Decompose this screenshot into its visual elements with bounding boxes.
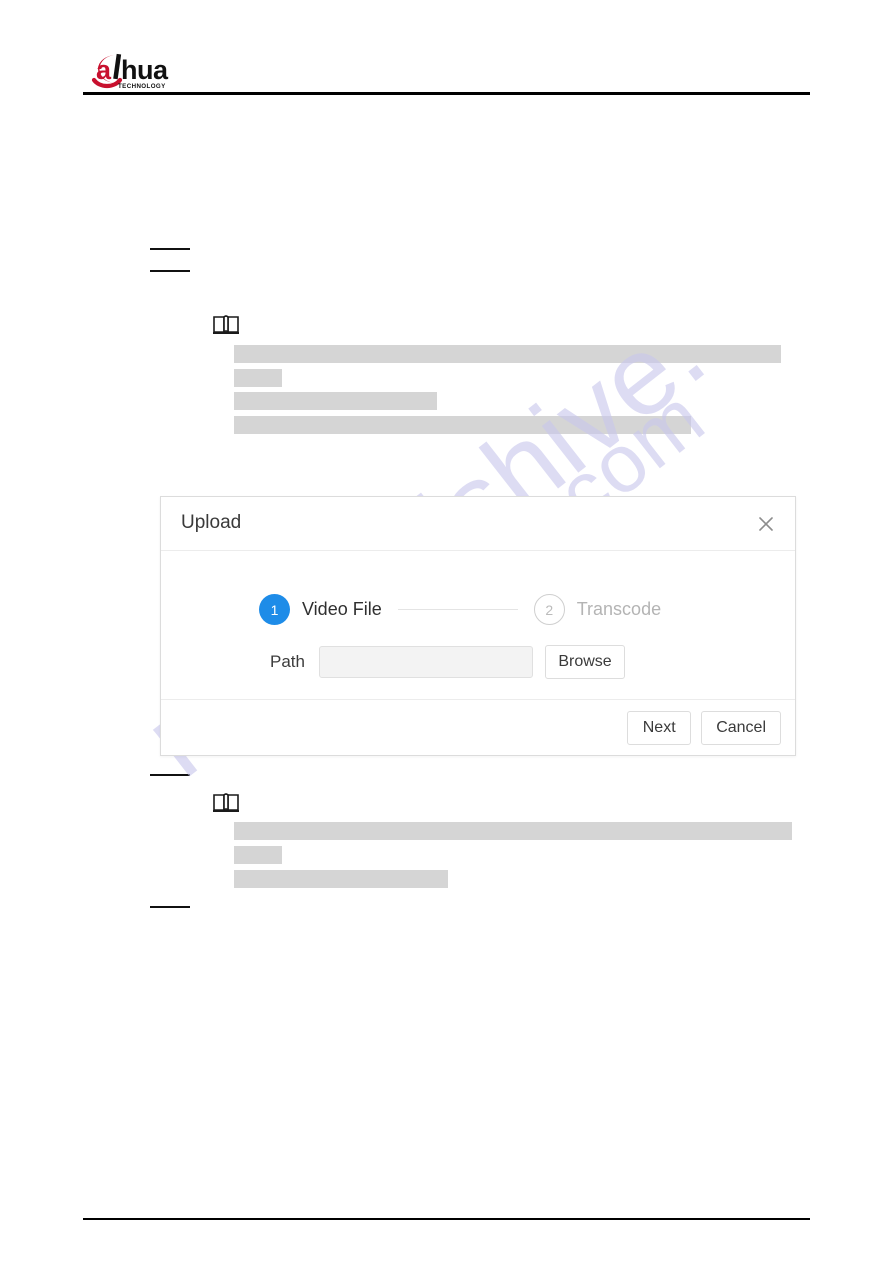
- next-button[interactable]: Next: [627, 711, 692, 745]
- section-heading-rule: [150, 774, 190, 776]
- note-book-icon: [212, 792, 240, 814]
- step-label-1: Video File: [302, 599, 382, 619]
- step-badge-2: 2: [533, 594, 565, 625]
- redacted-text-bar: [234, 345, 781, 363]
- path-input[interactable]: [319, 646, 533, 678]
- document-page: manualshive. com a hua TECHNOLOGY: [0, 0, 893, 1263]
- logo-subtitle: TECHNOLOGY: [118, 83, 166, 90]
- section-heading-rule: [150, 248, 190, 250]
- dialog-body: 1 Video File 2 Transcode Path Browse: [161, 551, 795, 699]
- redacted-text-bar: [234, 369, 282, 387]
- section-heading-rule: [150, 906, 190, 908]
- dahua-logo: a hua TECHNOLOGY: [86, 48, 198, 90]
- dialog-footer: Next Cancel: [161, 699, 795, 755]
- svg-text:a: a: [96, 55, 112, 85]
- step-badge-1: 1: [259, 594, 290, 625]
- redacted-text-bar: [234, 392, 437, 410]
- cancel-button[interactable]: Cancel: [701, 711, 781, 745]
- dialog-title: Upload: [181, 512, 242, 533]
- header-divider: [83, 92, 810, 95]
- step-video-file[interactable]: 1 Video File: [259, 594, 382, 625]
- note-book-icon: [212, 314, 240, 336]
- redacted-text-bar: [234, 846, 282, 864]
- step-transcode[interactable]: 2 Transcode: [533, 594, 662, 625]
- browse-button[interactable]: Browse: [545, 645, 625, 679]
- footer-divider: [83, 1218, 810, 1220]
- path-row: Path Browse: [259, 645, 625, 679]
- step-connector-line: [397, 609, 518, 610]
- step-label-2: Transcode: [576, 599, 662, 619]
- close-icon[interactable]: [753, 511, 779, 537]
- section-heading-rule: [150, 270, 190, 272]
- path-label: Path: [270, 652, 305, 671]
- redacted-text-bar: [234, 822, 792, 840]
- redacted-text-bar: [234, 870, 448, 888]
- svg-text:hua: hua: [121, 55, 169, 85]
- dialog-header: Upload: [161, 497, 795, 551]
- step-indicator: 1 Video File 2 Transcode: [259, 594, 661, 625]
- upload-dialog: Upload 1 Video File 2 Transcode Path Bro…: [160, 496, 796, 756]
- redacted-text-bar: [234, 416, 691, 434]
- dialog-footer-buttons: Next Cancel: [627, 711, 781, 745]
